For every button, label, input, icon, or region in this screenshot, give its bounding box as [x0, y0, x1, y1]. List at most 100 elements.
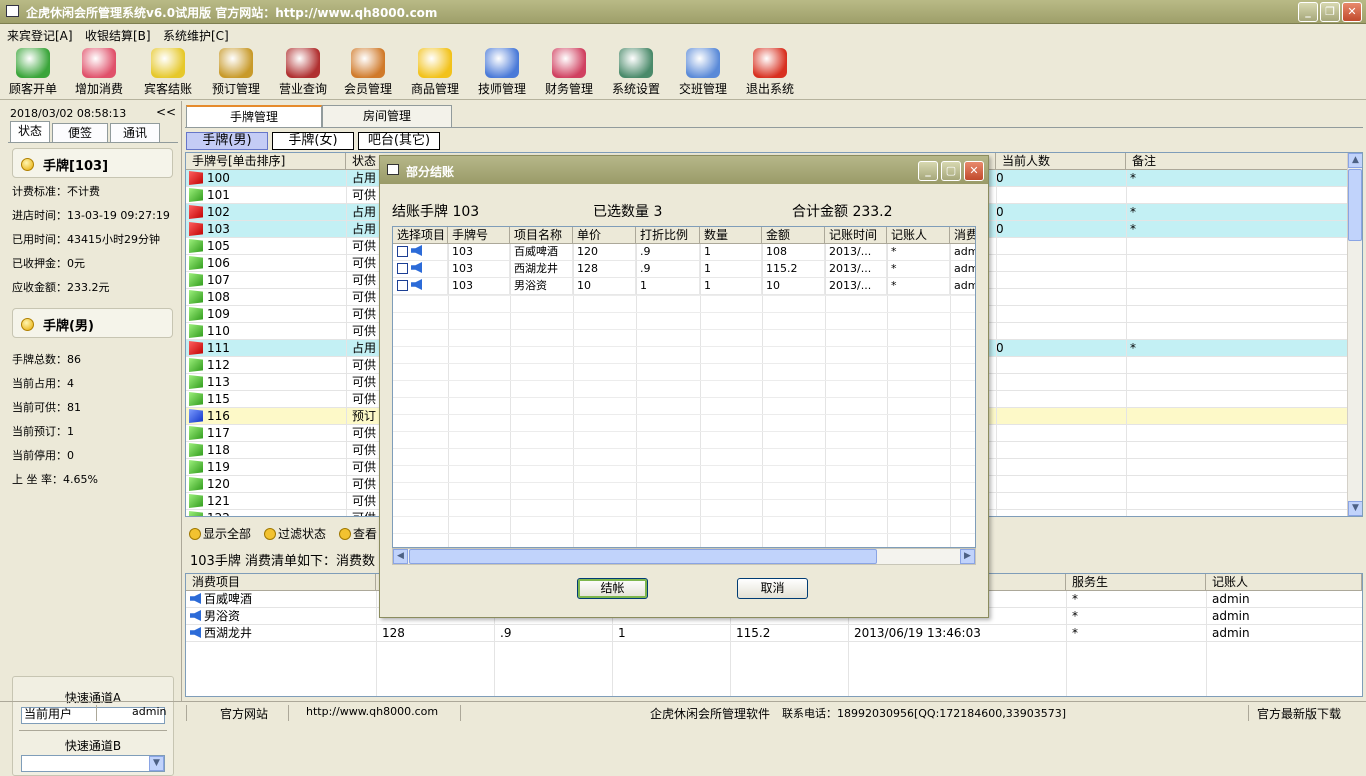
- select-cell[interactable]: [393, 278, 448, 295]
- toolbar-button-8[interactable]: 财务管理: [536, 48, 602, 98]
- selected-count: 已选数量 3: [593, 204, 663, 220]
- table-row[interactable]: 103西湖龙井128.91115.22013/...*adm: [393, 261, 975, 278]
- checkbox[interactable]: [397, 246, 408, 257]
- card-number: 110: [207, 324, 230, 338]
- dialog-maximize-button[interactable]: ▢: [941, 161, 961, 181]
- hscroll-thumb[interactable]: [409, 549, 877, 564]
- col-card[interactable]: 手牌号: [448, 227, 510, 244]
- toolbar-button-3[interactable]: 预订管理: [203, 48, 269, 98]
- finance-icon: [552, 48, 586, 78]
- toolbar-button-9[interactable]: 系统设置: [603, 48, 669, 98]
- toolbar-label: 商品管理: [410, 82, 459, 96]
- toolbar-button-4[interactable]: 营业查询: [270, 48, 336, 98]
- dropdown-arrow-icon[interactable]: ▼: [149, 756, 164, 771]
- select-cell[interactable]: [393, 244, 448, 261]
- confirm-checkout-button[interactable]: 结帐: [577, 578, 648, 599]
- grid-scrollbar[interactable]: ▲ ▼: [1347, 153, 1362, 516]
- menu-system[interactable]: 系统维护[C]: [163, 27, 229, 44]
- toolbar-button-1[interactable]: 增加消费: [66, 48, 132, 98]
- website-link[interactable]: http://www.qh8000.com: [306, 705, 438, 718]
- view-label: 查看: [353, 527, 378, 541]
- col-time[interactable]: 记账时间: [825, 227, 887, 244]
- col-extra[interactable]: 消费: [950, 227, 975, 244]
- col-item-name[interactable]: 项目名称: [510, 227, 573, 244]
- toolbar-button-7[interactable]: 技师管理: [469, 48, 535, 98]
- subtab-bar-other[interactable]: 吧台(其它): [358, 132, 440, 150]
- scroll-thumb[interactable]: [1348, 169, 1362, 241]
- consume-item-name: 西湖龙井: [204, 626, 253, 640]
- card-people: [996, 238, 1116, 255]
- col-consume-item[interactable]: 消费项目: [186, 574, 376, 591]
- checkbox[interactable]: [397, 280, 408, 291]
- card-number: 115: [207, 392, 230, 406]
- menu-cashier[interactable]: 收银结算[B]: [85, 27, 151, 44]
- view-button[interactable]: 查看: [339, 525, 377, 542]
- consume-c5: 2013/06/19 13:46:03: [854, 626, 981, 640]
- tab-notes[interactable]: 便签: [52, 123, 108, 142]
- scroll-right-icon[interactable]: ▶: [960, 549, 975, 564]
- toolbar-button-5[interactable]: 会员管理: [335, 48, 401, 98]
- dialog-close-button[interactable]: ✕: [964, 161, 984, 181]
- col-qty[interactable]: 数量: [700, 227, 762, 244]
- green-flag-icon: [189, 324, 203, 338]
- tab-status[interactable]: 状态: [10, 121, 50, 142]
- card-note: [1130, 510, 1230, 516]
- download-latest-link[interactable]: 官方最新版下载: [1257, 705, 1341, 722]
- cancel-button[interactable]: 取消: [737, 578, 808, 599]
- dialog-minimize-button[interactable]: _: [918, 161, 938, 181]
- card-number: 118: [207, 443, 230, 457]
- card-number: 121: [207, 494, 230, 508]
- maximize-button[interactable]: ❐: [1320, 2, 1340, 22]
- col-note[interactable]: 备注: [1126, 153, 1348, 170]
- checkout-items-hscrollbar[interactable]: ◀ ▶: [392, 548, 976, 565]
- card-people: [996, 493, 1116, 510]
- collapse-panel-button[interactable]: <<: [156, 105, 176, 119]
- select-cell[interactable]: [393, 261, 448, 278]
- tab-room-management[interactable]: 房间管理: [322, 105, 452, 127]
- menu-guest-register[interactable]: 来宾登记[A]: [7, 27, 73, 44]
- col-unit-price[interactable]: 单价: [573, 227, 636, 244]
- scroll-down-icon[interactable]: ▼: [1348, 501, 1362, 516]
- toolbar-button-11[interactable]: 退出系统: [737, 48, 803, 98]
- consume-c2: .9: [500, 626, 512, 640]
- toolbar-label: 预订管理: [211, 82, 260, 96]
- subtab-male-cards[interactable]: 手牌(男): [186, 132, 268, 150]
- tab-card-management[interactable]: 手牌管理: [186, 105, 322, 127]
- quick-channel-b-select[interactable]: ▼: [21, 755, 165, 772]
- col-select[interactable]: 选择项目: [393, 227, 448, 244]
- item-amount: 108: [762, 244, 825, 261]
- consume-item-name: 百威啤酒: [204, 592, 253, 606]
- col-people[interactable]: 当前人数: [996, 153, 1126, 170]
- card-note: *: [1130, 341, 1136, 355]
- col-recorder[interactable]: 记账人: [1206, 574, 1362, 591]
- toolbar-button-10[interactable]: 交班管理: [670, 48, 736, 98]
- checkbox[interactable]: [397, 263, 408, 274]
- scroll-up-icon[interactable]: ▲: [1348, 153, 1362, 168]
- table-row[interactable]: 西湖龙井 128 .9 1 115.2 2013/06/19 13:46:03 * admin: [186, 625, 1362, 642]
- col-amount[interactable]: 金额: [762, 227, 825, 244]
- col-recorder[interactable]: 记账人: [887, 227, 950, 244]
- green-flag-icon: [189, 188, 203, 202]
- col-discount[interactable]: 打折比例: [636, 227, 700, 244]
- col-waiter[interactable]: 服务生: [1066, 574, 1206, 591]
- table-row[interactable]: 103男浴资1011102013/...*adm: [393, 278, 975, 295]
- item-discount: 1: [636, 278, 700, 295]
- consume-item: 男浴资: [190, 608, 370, 625]
- handshake-icon: [686, 48, 720, 78]
- tab-comms[interactable]: 通讯: [110, 123, 160, 142]
- table-row[interactable]: 103百威啤酒120.911082013/...*adm: [393, 244, 975, 261]
- subtab-female-cards[interactable]: 手牌(女): [272, 132, 354, 150]
- quick-channel-box: 快速通道A 快速通道B ▼: [12, 676, 174, 776]
- show-all-button[interactable]: 显示全部: [189, 525, 251, 542]
- red-flag-icon: [189, 341, 203, 355]
- item-price: 120: [573, 244, 636, 261]
- close-button[interactable]: ✕: [1342, 2, 1362, 22]
- filter-status-button[interactable]: 过滤状态: [264, 525, 326, 542]
- toolbar-button-0[interactable]: 顾客开单: [0, 48, 66, 98]
- speaker-icon: [190, 593, 201, 604]
- minimize-button[interactable]: _: [1298, 2, 1318, 22]
- toolbar-button-6[interactable]: 商品管理: [402, 48, 468, 98]
- scroll-left-icon[interactable]: ◀: [393, 549, 408, 564]
- col-card-number[interactable]: 手牌号[单击排序]: [186, 153, 346, 170]
- toolbar-button-2[interactable]: 宾客结账: [135, 48, 201, 98]
